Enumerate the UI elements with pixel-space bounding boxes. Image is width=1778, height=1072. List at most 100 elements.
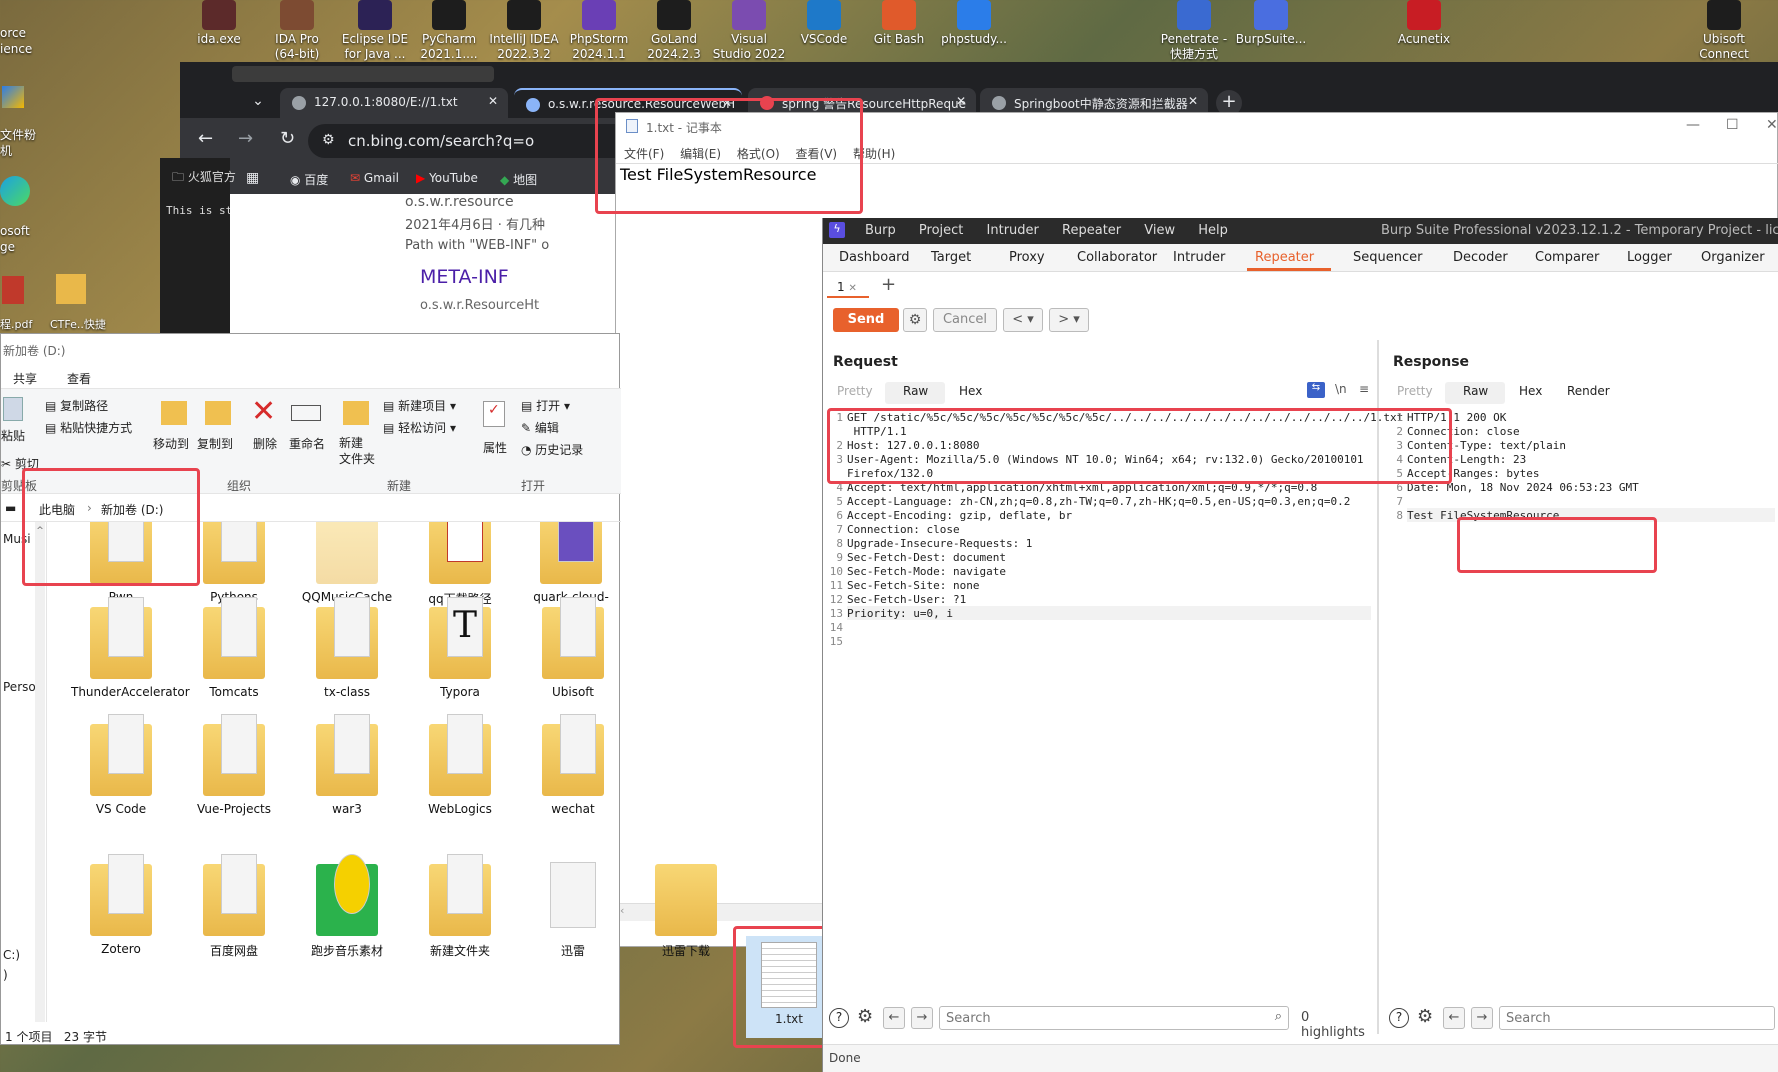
tab-repeater[interactable]: Repeater xyxy=(1255,250,1314,265)
nav-item[interactable]: ) xyxy=(3,968,8,982)
result-link[interactable]: META-INF xyxy=(420,266,509,288)
view-tab-raw[interactable]: Raw xyxy=(903,384,928,398)
forward-icon[interactable]: → xyxy=(238,128,253,149)
desktop-icon[interactable]: Acunetix xyxy=(1385,0,1463,47)
close-icon[interactable]: ✕ xyxy=(488,94,498,108)
help-icon[interactable]: ? xyxy=(829,1008,849,1028)
folder-item[interactable]: Zotero xyxy=(71,854,171,956)
back-icon[interactable]: ← xyxy=(198,128,213,149)
nav-item[interactable]: C:) xyxy=(3,948,20,962)
reload-icon[interactable]: ↻ xyxy=(280,128,295,149)
tab-logger[interactable]: Logger xyxy=(1627,250,1672,265)
folder-item[interactable]: Pythons xyxy=(184,522,284,604)
history-back-button[interactable]: < ▾ xyxy=(1003,308,1043,332)
bookmark-youtube[interactable]: ▶ YouTube xyxy=(416,171,478,185)
help-icon[interactable]: ? xyxy=(1389,1008,1409,1028)
close-icon[interactable]: ✕ xyxy=(722,96,732,110)
ribbon-tab-view[interactable]: 查看 xyxy=(67,370,91,387)
file-item-1txt[interactable]: 1.txt xyxy=(746,936,832,1038)
history-button[interactable]: ◔ 历史记录 xyxy=(521,441,583,458)
edit-button[interactable]: ✎ 编辑 xyxy=(521,419,559,436)
menu-burp[interactable]: Burp xyxy=(865,223,896,238)
settings-icon[interactable]: ⚙ xyxy=(903,308,927,332)
breadcrumb-item[interactable]: 此电脑 xyxy=(39,501,75,518)
folder-item[interactable]: qq下载路径 xyxy=(410,522,510,607)
breadcrumb[interactable]: ▬ 此电脑 › 新加卷 (D:) xyxy=(1,494,621,522)
desktop-icon[interactable]: GoLand 2024.2.3 xyxy=(635,0,713,62)
paste-icon[interactable] xyxy=(3,397,23,421)
nav-item[interactable]: Musi xyxy=(3,532,31,546)
breadcrumb-item[interactable]: 新加卷 (D:) xyxy=(101,501,163,518)
tab-organizer[interactable]: Organizer xyxy=(1701,250,1765,265)
view-tab-pretty[interactable]: Pretty xyxy=(1397,384,1433,398)
desktop-icon[interactable]: Git Bash xyxy=(860,0,938,47)
folder-item[interactable]: war3 xyxy=(297,714,397,816)
tab-intruder[interactable]: Intruder xyxy=(1173,250,1225,265)
bookmark-firefox[interactable]: 🗀 火狐官方 xyxy=(172,168,236,189)
view-tab-render[interactable]: Render xyxy=(1567,384,1610,398)
desktop-icon[interactable]: phpstudy... xyxy=(935,0,1013,47)
notepad-text-area[interactable]: Test FileSystemResource xyxy=(620,165,816,184)
copy-to-icon[interactable] xyxy=(205,401,231,425)
folder-item[interactable]: 新建文件夹 xyxy=(410,854,510,959)
folder-item[interactable]: VS Code xyxy=(71,714,171,816)
minimize-button[interactable]: — xyxy=(1686,117,1700,133)
menu-help[interactable]: Help xyxy=(1198,223,1228,238)
menu-project[interactable]: Project xyxy=(919,223,963,238)
site-info-icon[interactable]: ⚙ xyxy=(322,132,335,148)
request-editor[interactable]: GET /static/%5c/%5c/%5c/%5c/%5c/%5c/%5c/… xyxy=(847,410,1403,670)
folder-item[interactable]: wechat xyxy=(523,714,619,816)
desktop-icon[interactable]: Eclipse IDE for Java ... xyxy=(336,0,414,62)
menu-help[interactable]: 帮助(H) xyxy=(853,147,895,161)
easy-access-button[interactable]: ▤ 轻松访问 ▾ xyxy=(383,419,456,436)
next-match-button[interactable]: → xyxy=(911,1007,933,1029)
view-tab-hex[interactable]: Hex xyxy=(1519,384,1542,398)
next-match-button[interactable]: → xyxy=(1471,1007,1493,1029)
folder-item[interactable]: QQMusicCache xyxy=(297,522,397,604)
folder-item[interactable]: 跑步音乐素材 xyxy=(297,854,397,959)
nav-scrollbar[interactable]: ^ xyxy=(35,522,45,1022)
folder-item[interactable]: 迅雷下载 xyxy=(636,854,736,959)
prev-match-button[interactable]: ← xyxy=(883,1007,905,1029)
repeater-tab-1[interactable]: 1 ✕ xyxy=(827,276,869,298)
tab-collaborator[interactable]: Collaborator xyxy=(1077,250,1157,265)
desktop-icon[interactable]: PyCharm 2021.1.... xyxy=(410,0,488,62)
apps-icon[interactable]: ▦ xyxy=(246,170,259,186)
menu-file[interactable]: 文件(F) xyxy=(624,147,664,161)
folder-item[interactable]: tx-class xyxy=(297,597,397,699)
folder-item[interactable]: Ubisoft xyxy=(523,597,619,699)
copy-path-button[interactable]: ▤ 复制路径 xyxy=(45,397,108,414)
menu-intruder[interactable]: Intruder xyxy=(987,223,1039,238)
view-tab-hex[interactable]: Hex xyxy=(959,384,982,398)
view-tab-raw[interactable]: Raw xyxy=(1463,384,1488,398)
folder-item[interactable]: WebLogics xyxy=(410,714,510,816)
bookmark-baidu[interactable]: ◉ 百度 xyxy=(290,171,328,188)
open-button[interactable]: ▤ 打开 ▾ xyxy=(521,397,570,414)
add-tab-button[interactable]: + xyxy=(881,274,896,295)
history-forward-button[interactable]: > ▾ xyxy=(1049,308,1089,332)
cancel-button[interactable]: Cancel xyxy=(933,308,997,332)
settings-icon[interactable]: ⚙ xyxy=(1417,1006,1433,1027)
close-icon[interactable]: ✕ xyxy=(956,94,966,108)
close-button[interactable]: ✕ xyxy=(1766,117,1778,133)
request-search-input[interactable]: Search ⌕ xyxy=(939,1006,1289,1030)
rename-icon[interactable] xyxy=(291,405,321,421)
desktop-icon[interactable]: Visual Studio 2022 xyxy=(710,0,788,62)
delete-icon[interactable]: ✕ xyxy=(251,397,276,427)
tab-comparer[interactable]: Comparer xyxy=(1535,250,1599,265)
menu-view[interactable]: View xyxy=(1144,223,1175,238)
menu-view[interactable]: 查看(V) xyxy=(796,147,838,161)
response-search-input[interactable]: Search xyxy=(1499,1006,1775,1030)
menu-edit[interactable]: 编辑(E) xyxy=(680,147,721,161)
folder-item[interactable]: 百度网盘 xyxy=(184,854,284,959)
menu-format[interactable]: 格式(O) xyxy=(737,147,780,161)
desktop-icon[interactable]: IntelliJ IDEA 2022.3.2 xyxy=(485,0,563,62)
desktop-icon[interactable]: Penetrate - 快捷方式 xyxy=(1155,0,1233,62)
desktop-icon[interactable]: IDA Pro (64-bit) xyxy=(258,0,336,62)
menu-repeater[interactable]: Repeater xyxy=(1062,223,1121,238)
folder-item[interactable]: Vue-Projects xyxy=(184,714,284,816)
browser-tab[interactable]: 127.0.0.1:8080/E://1.txt ✕ xyxy=(280,88,508,118)
folder-item[interactable]: Tomcats xyxy=(184,597,284,699)
folder-item[interactable]: ThunderAccelerator xyxy=(71,597,190,699)
new-item-button[interactable]: ▤ 新建项目 ▾ xyxy=(383,397,456,414)
